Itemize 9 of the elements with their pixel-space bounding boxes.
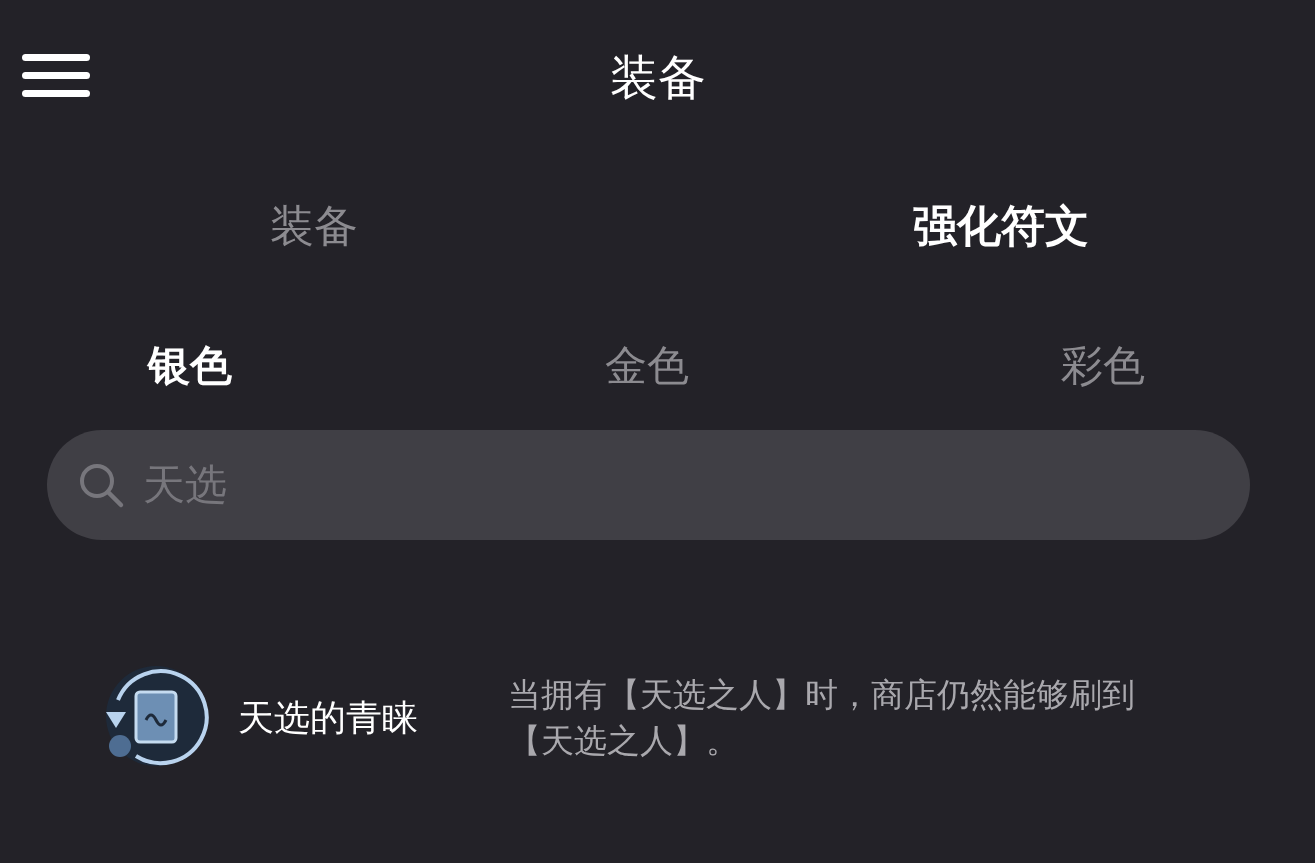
tier-tab[interactable]: 彩色 xyxy=(1061,338,1145,394)
menu-icon[interactable] xyxy=(22,52,90,100)
tab[interactable]: 装备 xyxy=(269,196,358,256)
tab[interactable]: 强化符文 xyxy=(913,196,1090,256)
tier-tab[interactable]: 银色 xyxy=(148,338,232,394)
tier-tab[interactable]: 金色 xyxy=(604,338,689,394)
augment-name: 天选的青睐 xyxy=(238,695,419,740)
page-title: 装备 xyxy=(609,48,706,107)
augment-description: 当拥有【天选之人】时，商店仍然能够刷到【天选之人】。 xyxy=(508,673,1136,762)
